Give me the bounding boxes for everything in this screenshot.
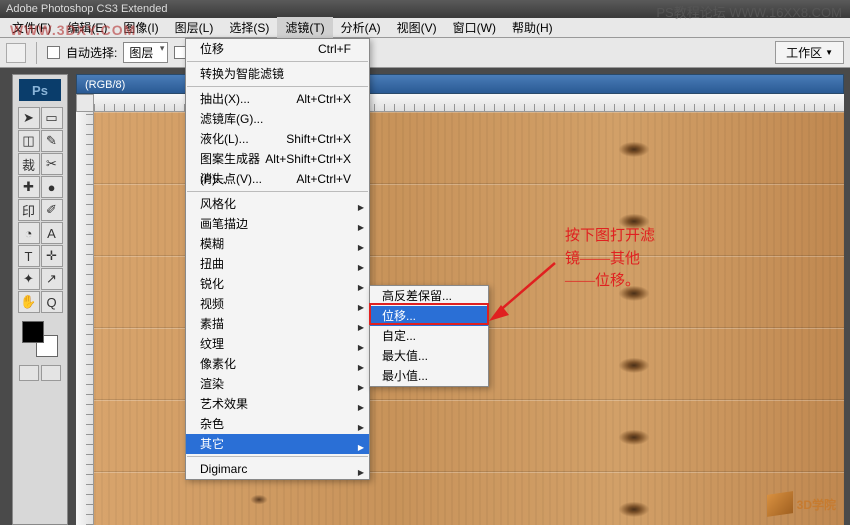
hand-tool-icon[interactable]: ✋ [18,291,40,313]
filter-menu-dropdown: 位移Ctrl+F 转换为智能滤镜 抽出(X)...Alt+Ctrl+X 滤镜库(… [185,38,370,480]
gradient-tool-icon[interactable]: A [41,222,63,244]
vertical-ruler [76,112,94,525]
submenu-highpass[interactable]: 高反差保留... [370,286,488,306]
other-submenu: 高反差保留... 位移... 自定... 最大值... 最小值... [369,285,489,387]
workspace-dropdown[interactable]: 工作区▼ [775,41,844,64]
shape-tool-icon[interactable]: ✦ [18,268,40,290]
menuitem-render[interactable]: 渲染 [186,374,369,394]
stamp-tool-icon[interactable]: 印 [18,199,40,221]
menu-help[interactable]: 帮助(H) [504,17,561,38]
path-tool-icon[interactable]: ↗ [41,268,63,290]
toolbox: Ps ➤ ▭ ◫ ✎ 裁 ✂ ✚ ● 印 ✐ ◔ A T ✛ ✦ ↗ ✋ Q [12,74,68,525]
auto-select-checkbox[interactable] [47,46,60,59]
menuitem-liquify[interactable]: 液化(L)...Shift+Ctrl+X [186,129,369,149]
move-tool-icon[interactable] [6,43,26,63]
menu-layer[interactable]: 图层(L) [167,17,222,38]
menu-separator [187,86,368,87]
menuitem-noise[interactable]: 杂色 [186,414,369,434]
menuitem-digimarc[interactable]: Digimarc [186,459,369,479]
fg-color-swatch[interactable] [22,321,44,343]
menuitem-sharpen[interactable]: 锐化 [186,274,369,294]
menuitem-texture[interactable]: 纹理 [186,334,369,354]
move-tool-icon[interactable]: ➤ [18,107,40,129]
menuitem-brushstrokes[interactable]: 画笔描边 [186,214,369,234]
wand-tool-icon[interactable]: ✎ [41,130,63,152]
submenu-custom[interactable]: 自定... [370,326,488,346]
menuitem-pattern-maker[interactable]: 图案生成器(P)...Alt+Shift+Ctrl+X [186,149,369,169]
cube-icon [767,491,793,517]
menuitem-sketch[interactable]: 素描 [186,314,369,334]
menuitem-convert-smart[interactable]: 转换为智能滤镜 [186,64,369,84]
submenu-minimum[interactable]: 最小值... [370,366,488,386]
lasso-tool-icon[interactable]: ◫ [18,130,40,152]
divider [36,42,37,64]
watermark-top-right: PS教程论坛 WWW.16XX8.COM [656,2,842,21]
eraser-tool-icon[interactable]: ◔ [18,222,40,244]
menuitem-other[interactable]: 其它 [186,434,369,454]
menu-view[interactable]: 视图(V) [389,17,445,38]
pen-tool-icon[interactable]: ✛ [41,245,63,267]
menuitem-last-filter[interactable]: 位移Ctrl+F [186,39,369,59]
marquee-tool-icon[interactable]: ▭ [41,107,63,129]
options-bar: 自动选择: 图层 显示 工作区▼ [0,38,850,68]
ruler-corner [76,94,94,112]
menuitem-distort[interactable]: 扭曲 [186,254,369,274]
standard-mode-icon[interactable] [19,365,39,381]
zoom-tool-icon[interactable]: Q [41,291,63,313]
tool-grid: ➤ ▭ ◫ ✎ 裁 ✂ ✚ ● 印 ✐ ◔ A T ✛ ✦ ↗ ✋ Q [18,107,63,313]
quickmask-mode-icon[interactable] [41,365,61,381]
submenu-offset[interactable]: 位移... [370,306,488,326]
menuitem-artistic[interactable]: 艺术效果 [186,394,369,414]
color-swatches[interactable] [22,321,58,357]
heal-tool-icon[interactable]: ✚ [18,176,40,198]
watermark-top-left: WWW.3DXY.COM [10,22,136,38]
menuitem-stylize[interactable]: 风格化 [186,194,369,214]
menu-analysis[interactable]: 分析(A) [333,17,389,38]
menuitem-pixelate[interactable]: 像素化 [186,354,369,374]
menuitem-video[interactable]: 视频 [186,294,369,314]
menuitem-extract[interactable]: 抽出(X)...Alt+Ctrl+X [186,89,369,109]
menuitem-vanishing-point[interactable]: 消失点(V)...Alt+Ctrl+V [186,169,369,189]
ps-logo-icon: Ps [19,79,61,101]
menu-separator [187,61,368,62]
brush-tool-icon[interactable]: ● [41,176,63,198]
crop-tool-icon[interactable]: 裁 [18,153,40,175]
submenu-maximum[interactable]: 最大值... [370,346,488,366]
slice-tool-icon[interactable]: ✂ [41,153,63,175]
menu-separator [187,456,368,457]
auto-select-label: 自动选择: [66,44,117,61]
menu-separator [187,191,368,192]
menu-filter[interactable]: 滤镜(T) [277,17,332,38]
annotation-text: 按下图打开滤 镜——其他 ——位移。 [565,225,655,293]
menuitem-blur[interactable]: 模糊 [186,234,369,254]
auto-select-dropdown[interactable]: 图层 [123,42,168,63]
watermark-bottom-right: 3D学院 [767,493,836,515]
quickmask-icons [19,365,61,381]
menu-window[interactable]: 窗口(W) [445,17,504,38]
history-brush-icon[interactable]: ✐ [41,199,63,221]
menu-select[interactable]: 选择(S) [221,17,277,38]
menuitem-filter-gallery[interactable]: 滤镜库(G)... [186,109,369,129]
type-tool-icon[interactable]: T [18,245,40,267]
